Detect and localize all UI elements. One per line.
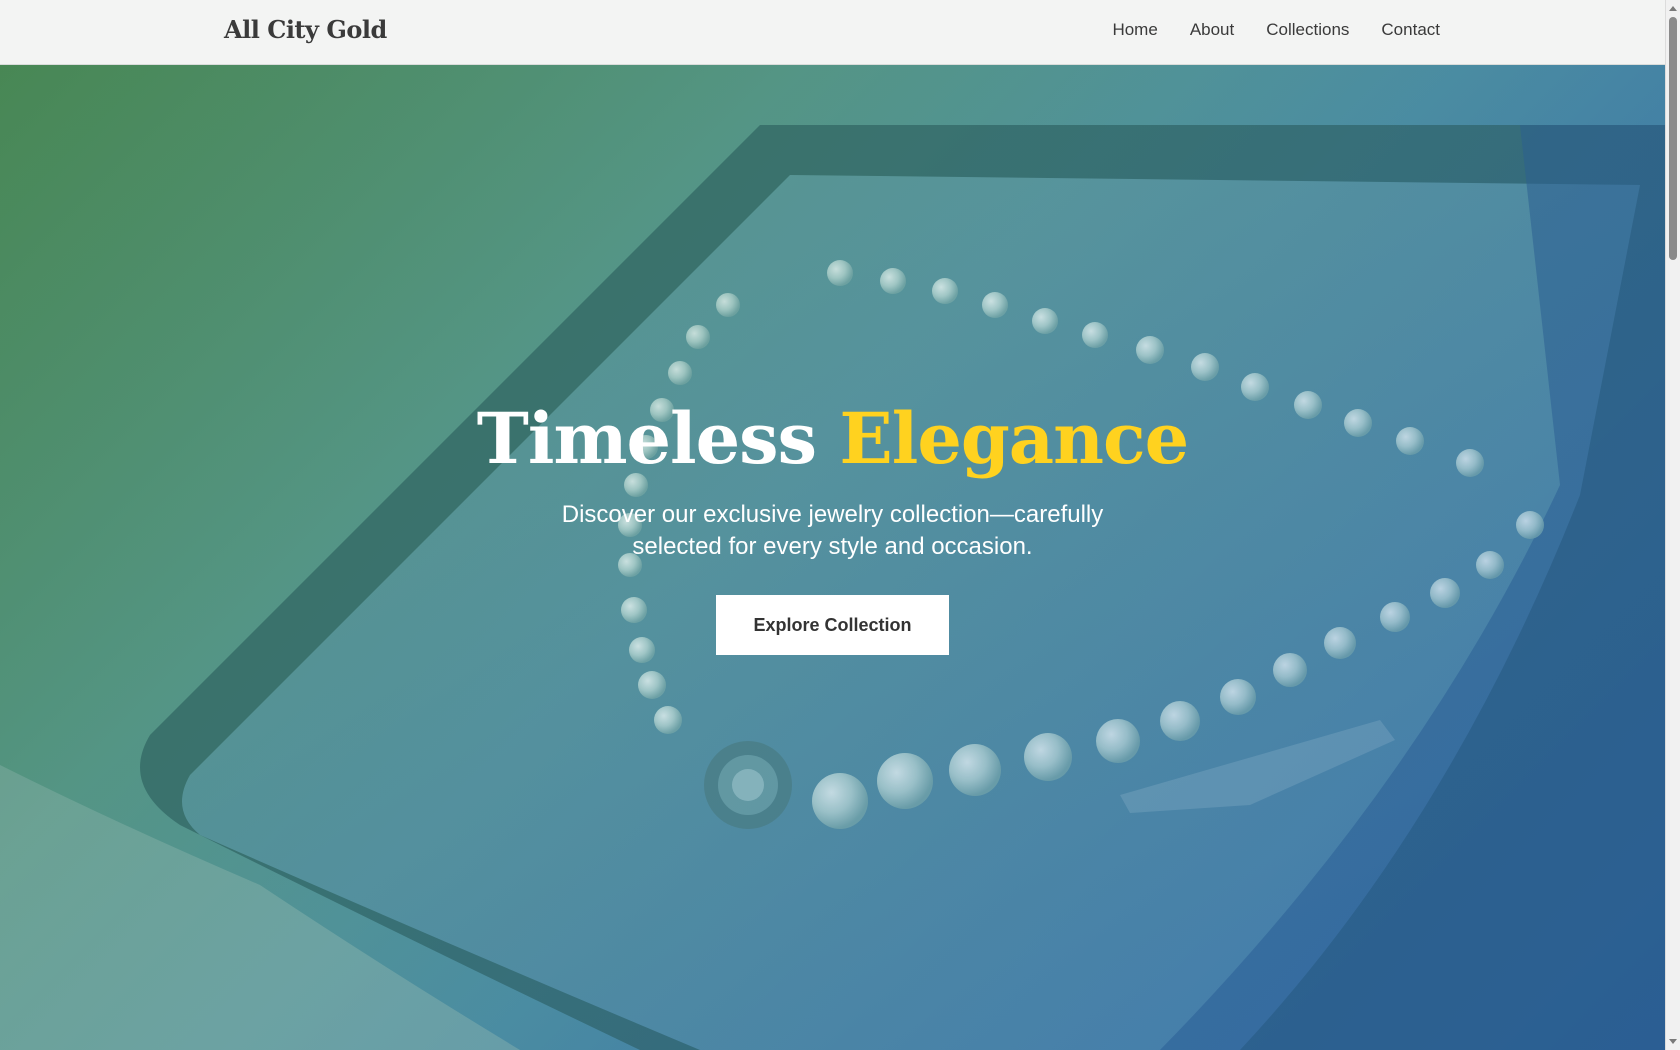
hero-title-main: Timeless	[476, 397, 817, 480]
main-nav: Home About Collections Contact	[1112, 20, 1440, 40]
nav-contact[interactable]: Contact	[1381, 20, 1440, 40]
hero-title: Timeless Elegance	[0, 395, 1665, 483]
nav-home[interactable]: Home	[1112, 20, 1157, 40]
brand-logo[interactable]: All City Gold	[224, 15, 387, 44]
hero-title-accent: Elegance	[839, 397, 1189, 480]
scroll-up-icon[interactable]	[1669, 6, 1677, 11]
scroll-down-icon[interactable]	[1669, 1039, 1677, 1044]
hero-section: Timeless Elegance Discover our exclusive…	[0, 65, 1665, 1050]
nav-about[interactable]: About	[1190, 20, 1234, 40]
scroll-thumb[interactable]	[1669, 17, 1677, 260]
explore-collection-button[interactable]: Explore Collection	[716, 594, 949, 655]
page: All City Gold Home About Collections Con…	[0, 0, 1680, 1050]
hero-content: Timeless Elegance Discover our exclusive…	[0, 395, 1665, 655]
nav-collections[interactable]: Collections	[1266, 20, 1349, 40]
vertical-scrollbar[interactable]	[1665, 0, 1680, 1050]
site-header: All City Gold Home About Collections Con…	[0, 0, 1665, 65]
hero-subtitle: Discover our exclusive jewelry collectio…	[561, 500, 1104, 560]
